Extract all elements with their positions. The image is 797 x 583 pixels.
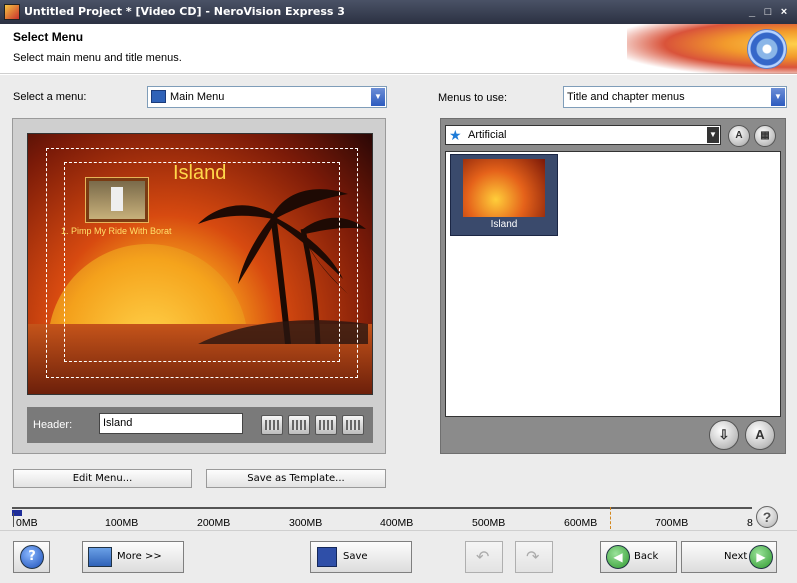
tick-label: 400MB [380,517,414,529]
select-menu-dropdown[interactable]: Main Menu ▼ [147,86,387,108]
header-input[interactable]: Island [99,413,243,434]
preview-chapter-label[interactable]: 1. Pimp My Ride With Borat [61,226,172,236]
disc-capacity-bar: 0MB 100MB 200MB 300MB 400MB 500MB 600MB … [12,503,753,531]
select-menu-label: Select a menu: [13,91,87,103]
capacity-track [12,507,752,509]
layout-button-1[interactable] [261,415,283,435]
menu-grid-icon [151,90,166,103]
next-button[interactable]: Next ▶ [681,541,777,573]
menu-preview: Island 1. Pimp My Ride With Borat [27,133,373,395]
minimize-button[interactable]: _ [744,5,760,19]
page-title: Select Menu [13,30,84,44]
window-title: Untitled Project * [Video CD] - NeroVisi… [24,5,345,18]
capacity-help-icon[interactable]: ? [756,506,778,528]
arrow-left-icon: ◀ [606,545,630,569]
layout-button-2[interactable] [288,415,310,435]
close-button[interactable]: × [776,5,792,19]
menu-template-thumbnail [463,159,545,217]
edit-menu-button[interactable]: Edit Menu... [13,469,192,488]
page-header: Select Menu Select main menu and title m… [0,24,797,74]
tick-label: 0MB [16,517,38,529]
save-button[interactable]: Save [310,541,412,573]
capacity-limit-marker [610,507,611,529]
layout-button-4[interactable] [342,415,364,435]
theme-value: Artificial [468,129,507,141]
header-label: Header: [33,419,73,431]
preview-menu-title[interactable]: Island [173,162,226,185]
chevron-down-icon[interactable]: ▼ [707,127,719,143]
chapter-thumbnail[interactable] [86,178,148,222]
tick-label: 500MB [472,517,506,529]
download-template-button[interactable]: ⇩ [709,420,739,450]
text-style-button[interactable]: A [745,420,775,450]
title-bar: Untitled Project * [Video CD] - NeroVisi… [0,0,797,24]
menus-to-use-label: Menus to use: [438,92,508,104]
chevron-down-icon[interactable]: ▼ [771,88,785,106]
arrow-right-icon: ▶ [749,545,773,569]
back-button-label: Back [634,551,659,562]
menu-template-label: Island [490,219,518,230]
menu-preview-panel: Island 1. Pimp My Ride With Borat Header… [12,118,386,454]
more-button[interactable]: More >> [82,541,184,573]
more-button-label: More >> [117,551,162,562]
main-content: Select a menu: Main Menu ▼ Menus to use:… [0,75,797,583]
undo-icon: ↶ [476,547,490,566]
tick-label: 200MB [197,517,231,529]
select-menu-value: Main Menu [170,91,225,103]
header-edit-bar: Header: Island [27,407,373,443]
maximize-button[interactable]: □ [760,5,776,19]
back-button[interactable]: ◀ Back [600,541,677,573]
layout-button-3[interactable] [315,415,337,435]
menu-template-item[interactable]: Island [450,154,558,236]
tick-label: 300MB [289,517,323,529]
menus-to-use-dropdown[interactable]: Title and chapter menus ▼ [563,86,787,108]
page-subtitle: Select main menu and title menus. [13,52,182,64]
save-as-template-button[interactable]: Save as Template... [206,469,386,488]
disc-icon [747,29,787,69]
save-button-label: Save [343,551,368,562]
template-grid-button[interactable]: ▦ [754,125,776,147]
help-button[interactable]: ? [13,541,50,573]
redo-icon: ↷ [526,547,540,566]
tick-label: 700MB [655,517,689,529]
app-icon [4,4,20,20]
star-icon: ★ [449,127,462,143]
chevron-down-icon[interactable]: ▼ [371,88,385,106]
help-icon: ? [20,545,44,569]
tick-label: 600MB [564,517,598,529]
tick-label: 100MB [105,517,139,529]
text-format-button[interactable]: A [728,125,750,147]
menu-templates-panel: ★ Artificial ▼ A ▦ Island ⇩ A [440,118,786,454]
tick-label: 8 [747,517,753,529]
next-button-label: Next [724,551,748,562]
more-options-icon [88,547,112,567]
theme-dropdown[interactable]: ★ Artificial ▼ [445,125,721,145]
redo-button[interactable]: ↷ [515,541,553,573]
menu-template-list: Island [445,151,781,417]
bottom-toolbar: ? More >> Save ↶ ↷ ◀ Back Next ▶ [0,530,797,583]
menus-to-use-value: Title and chapter menus [567,91,685,103]
undo-button[interactable]: ↶ [465,541,503,573]
floppy-disk-icon [317,547,337,567]
